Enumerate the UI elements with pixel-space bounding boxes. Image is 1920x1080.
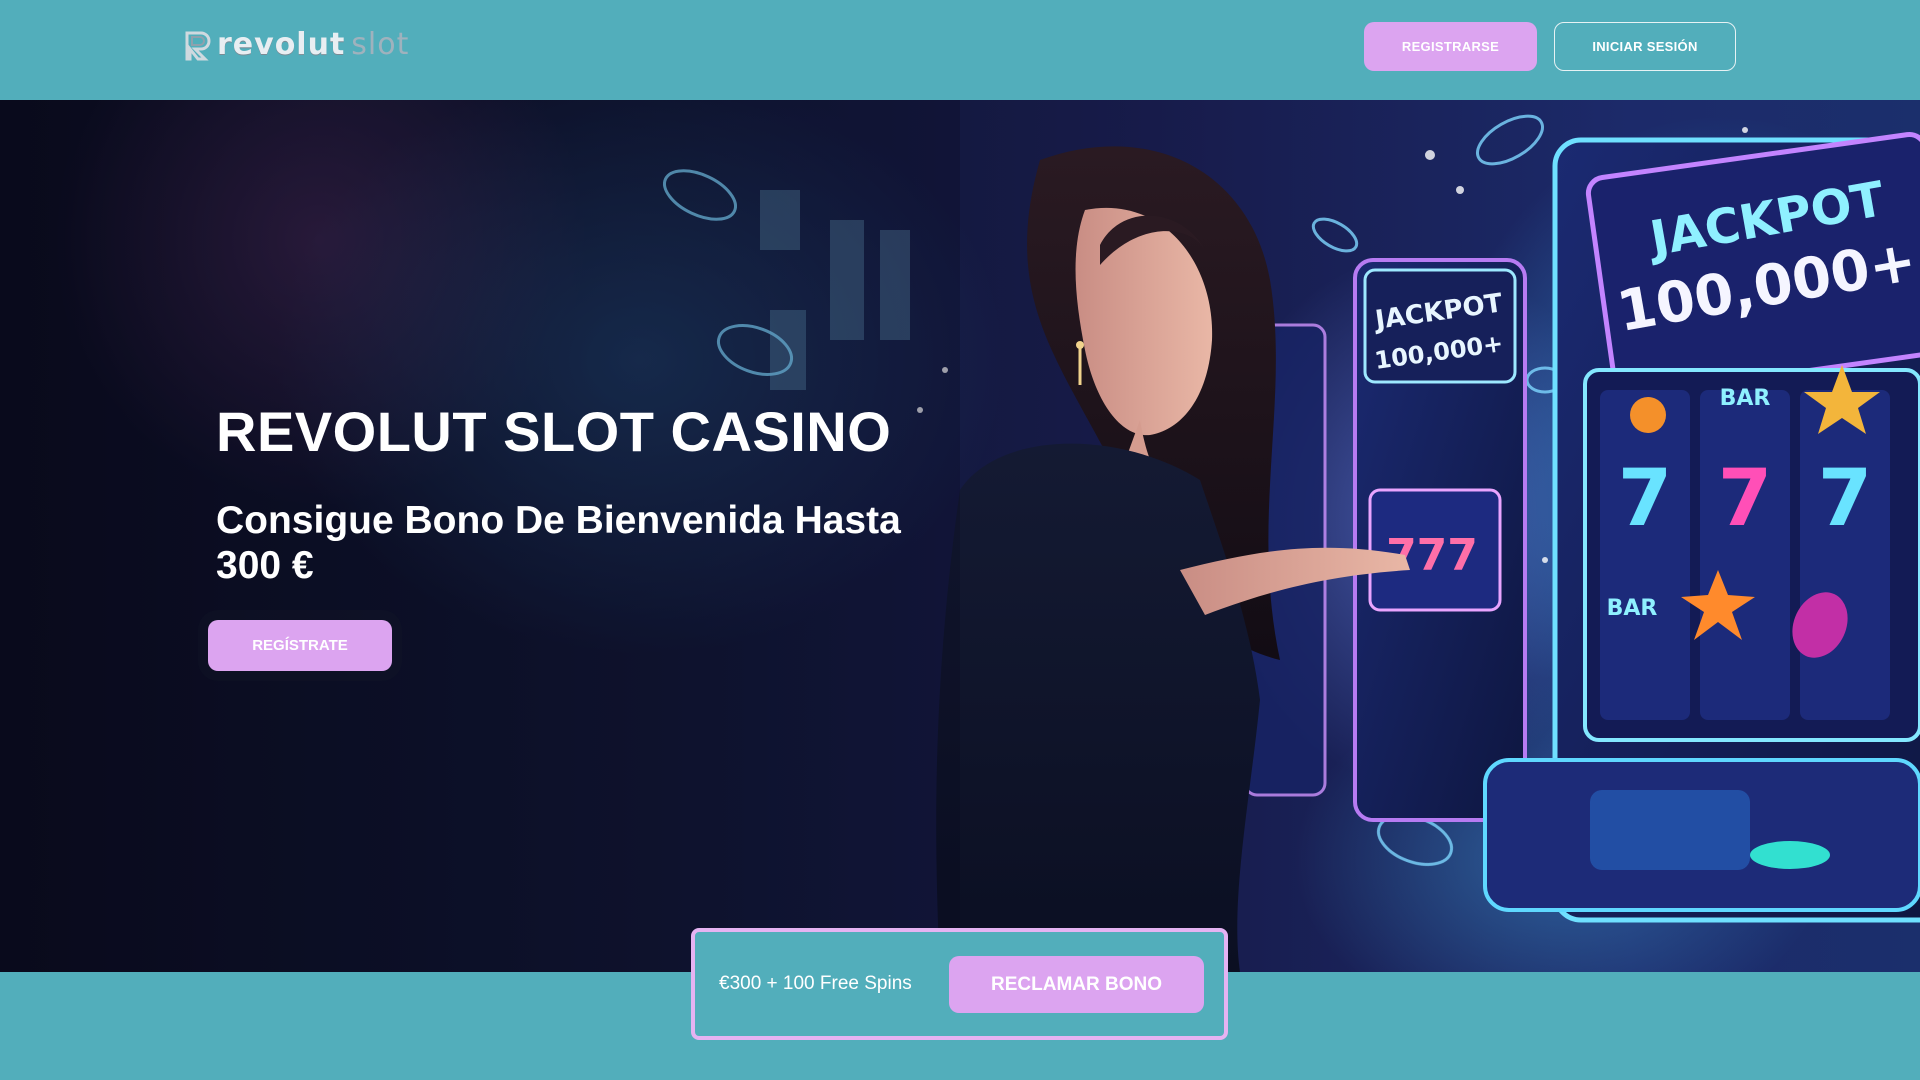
hero-banner: JACKPOT 100,000+ 777 JACKPOT 100,000+ 7 … [0, 100, 1920, 972]
login-button[interactable]: INICIAR SESIÓN [1554, 22, 1736, 71]
logo-word-slot: slot [351, 27, 410, 62]
site-header: revolut slot REGISTRARSE INICIAR SESIÓN [0, 0, 1920, 100]
site-logo[interactable]: revolut slot [183, 28, 409, 62]
logo-r-icon [185, 31, 211, 61]
logo-wordmark: revolut slot [217, 29, 409, 61]
hero-subtitle: Consigue Bono De Bienvenida Hasta 300 € [216, 499, 901, 587]
big-slot-machine: JACKPOT 100,000+ 7 7 7 BAR BAR [1483, 131, 1920, 923]
bonus-offer-text: €300 + 100 Free Spins [719, 973, 912, 994]
logo-word-revolut: revolut [217, 27, 346, 62]
bonus-offer-box: €300 + 100 Free Spins RECLAMAR BONO [691, 928, 1228, 1040]
svg-text:BAR: BAR [1720, 386, 1771, 411]
svg-text:BAR: BAR [1607, 596, 1658, 621]
woman-figure [936, 146, 1410, 972]
claim-bonus-button[interactable]: RECLAMAR BONO [949, 956, 1204, 1013]
svg-text:7: 7 [1718, 454, 1772, 544]
svg-text:7: 7 [1818, 454, 1872, 544]
small-slot-machine: JACKPOT 100,000+ 777 [1353, 258, 1527, 822]
hero-register-button[interactable]: REGÍSTRATE [208, 620, 392, 671]
hero-title: REVOLUT SLOT CASINO [216, 400, 892, 463]
register-button[interactable]: REGISTRARSE [1364, 22, 1537, 71]
svg-text:7: 7 [1618, 454, 1672, 544]
